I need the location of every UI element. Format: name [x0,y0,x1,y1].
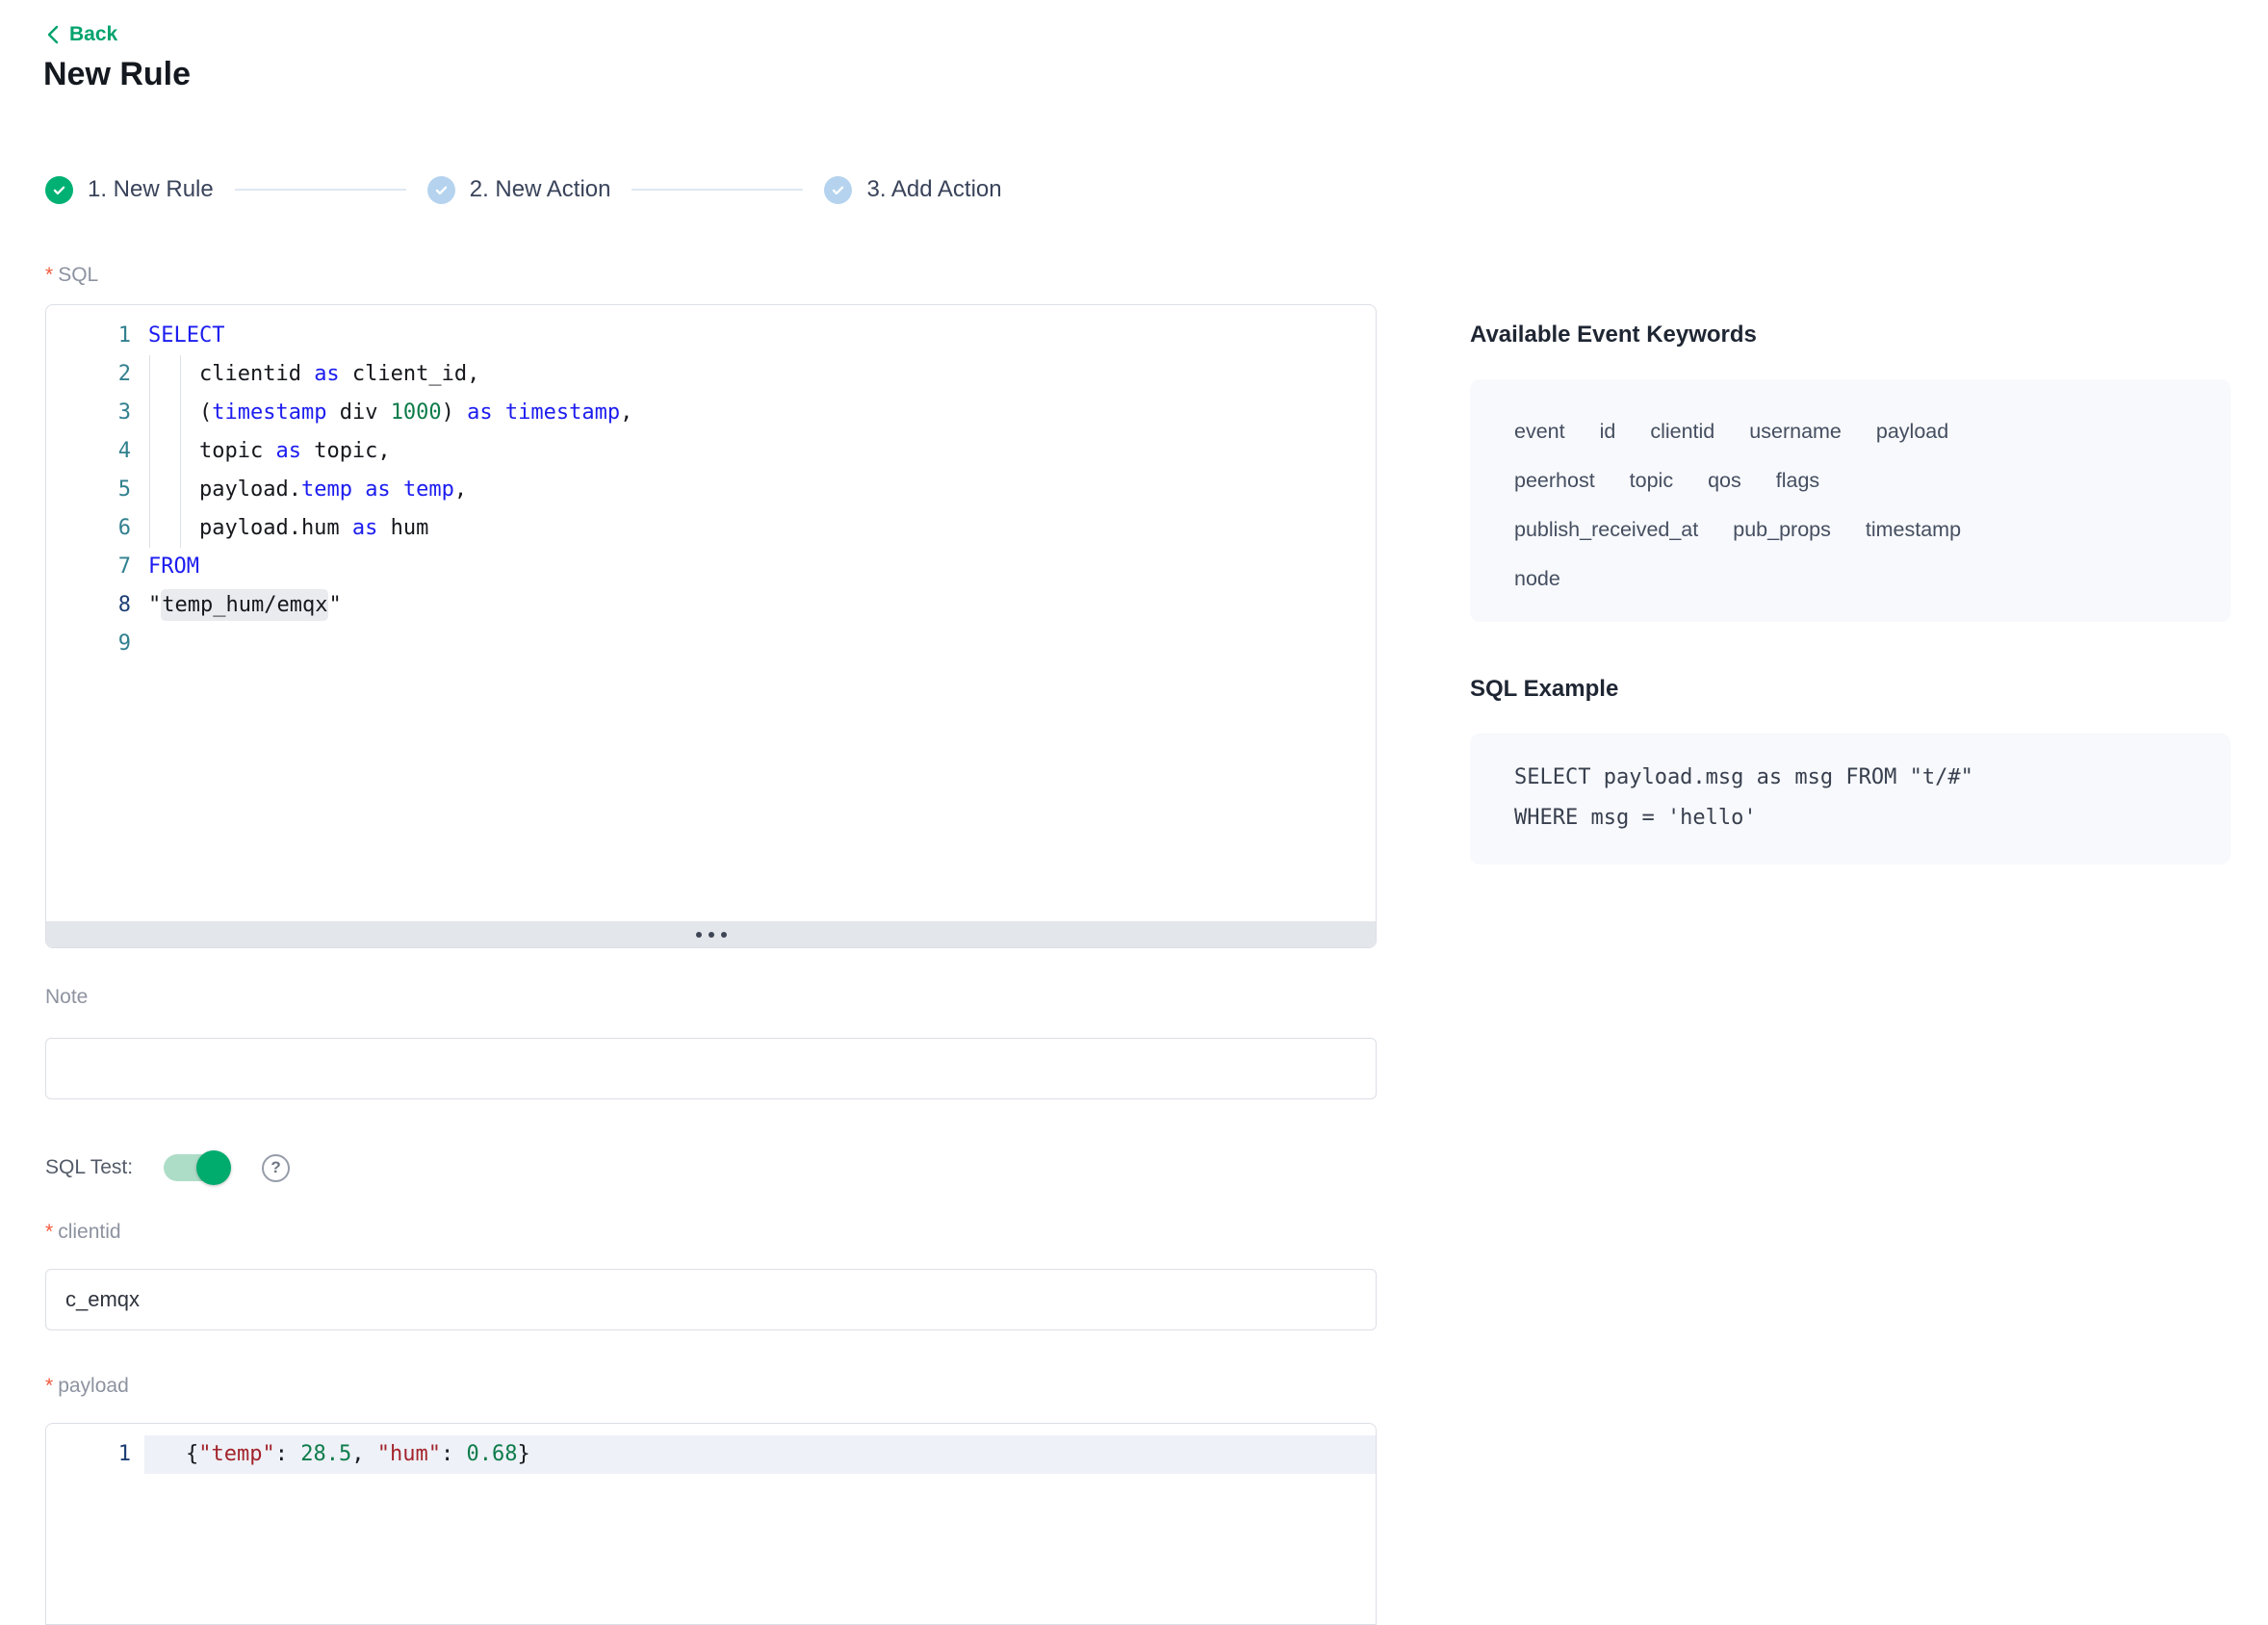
code-line-text: "temp_hum/emqx" [144,586,1376,625]
sql-example-line: SELECT payload.msg as msg FROM "t/#" [1514,758,2186,798]
line-number: 2 [46,355,144,394]
code-line-text: topic as topic, [144,432,1376,471]
drag-dots-icon [696,932,702,938]
note-field-label: Note [45,986,88,1009]
sql-code-area[interactable]: 1SELECT2 clientid as client_id,3 (timest… [46,305,1376,921]
keyword-publish_received_at[interactable]: publish_received_at [1514,513,1698,546]
code-line: 9 [46,625,1376,663]
code-line: 2 clientid as client_id, [46,355,1376,394]
line-number: 3 [46,394,144,432]
keyword-row: peerhost topic qos flags [1514,464,2188,500]
sql-test-toggle[interactable] [164,1154,229,1181]
line-number: 6 [46,509,144,548]
keyword-row: node [1514,562,2188,598]
step-label: 3. Add Action [866,176,1001,203]
sql-field-label: *SQL [45,264,98,287]
code-line: 7FROM [46,548,1376,586]
keyword-timestamp[interactable]: timestamp [1866,513,1961,546]
back-label: Back [69,23,117,46]
keywords-box: event id clientid username payload peerhost to… [1470,379,2230,622]
code-line-text [144,625,1376,663]
keyword-node[interactable]: node [1514,562,1560,595]
line-number: 8 [46,586,144,625]
keyword-flags[interactable]: flags [1776,464,1819,497]
step-connector [631,189,803,191]
keyword-username[interactable]: username [1749,415,1842,448]
code-line-text: (timestamp div 1000) as timestamp, [144,394,1376,432]
new-rule-page: Back New Rule 1. New Rule 2. New Action 3.… [0,0,2268,1509]
code-line: 1{"temp": 28.5, "hum": 0.68} [46,1435,1376,1474]
sql-editor: 1SELECT2 clientid as client_id,3 (timest… [45,304,1377,948]
keyword-peerhost[interactable]: peerhost [1514,464,1595,497]
line-number: 1 [46,317,144,355]
keyword-row: publish_received_at pub_props timestamp [1514,513,2188,549]
clientid-field-label: *clientid [45,1221,121,1244]
code-line-text: SELECT [144,317,1376,355]
sql-test-row: SQL Test: [45,1151,290,1184]
editor-resize-handle[interactable] [46,921,1376,947]
required-asterisk: * [45,264,53,286]
line-number: 5 [46,471,144,509]
keyword-row: event id clientid username payload [1514,415,2188,451]
code-line-text: payload.temp as temp, [144,471,1376,509]
check-circle-icon [427,176,455,204]
payload-editor: 1{"temp": 28.5, "hum": 0.68} [45,1423,1377,1625]
code-line: 6 payload.hum as hum [46,509,1376,548]
code-line-text: clientid as client_id, [144,355,1376,394]
keyword-payload[interactable]: payload [1876,415,1948,448]
code-line: 3 (timestamp div 1000) as timestamp, [46,394,1376,432]
code-line: 5 payload.temp as temp, [46,471,1376,509]
indent-guide [180,355,181,548]
payload-field-label: *payload [45,1375,129,1398]
line-number: 1 [46,1435,144,1474]
back-link[interactable]: Back [44,23,117,46]
check-circle-icon [45,176,73,204]
chevron-left-icon [44,24,62,45]
step-label: 2. New Action [470,176,611,203]
code-line: 8"temp_hum/emqx" [46,586,1376,625]
code-line-text: {"temp": 28.5, "hum": 0.68} [144,1435,1376,1474]
toggle-knob [196,1150,231,1185]
keywords-title: Available Event Keywords [1470,322,1757,348]
line-number: 9 [46,625,144,663]
page-title: New Rule [43,56,191,93]
check-circle-icon [824,176,852,204]
step-2: 2. New Action [427,176,611,204]
step-label: 1. New Rule [88,176,214,203]
code-line-text: FROM [144,548,1376,586]
step-connector [235,189,406,191]
step-3: 3. Add Action [824,176,1001,204]
clientid-input[interactable] [45,1269,1377,1330]
payload-code-area[interactable]: 1{"temp": 28.5, "hum": 0.68} [46,1424,1376,1624]
line-number: 7 [46,548,144,586]
line-number: 4 [46,432,144,471]
sql-example-line: WHERE msg = 'hello' [1514,798,2186,838]
sql-example-title: SQL Example [1470,676,1618,703]
code-line: 1SELECT [46,317,1376,355]
keyword-id[interactable]: id [1600,415,1616,448]
keyword-topic[interactable]: topic [1630,464,1673,497]
keyword-clientid[interactable]: clientid [1650,415,1714,448]
indent-guide [149,355,150,548]
step-1: 1. New Rule [45,176,214,204]
question-circle-icon[interactable] [262,1154,290,1182]
code-line-text: payload.hum as hum [144,509,1376,548]
note-input[interactable] [45,1038,1377,1099]
sql-example-box: SELECT payload.msg as msg FROM "t/#" WHE… [1470,734,2230,864]
sql-test-label: SQL Test: [45,1156,133,1179]
code-line: 4 topic as topic, [46,432,1376,471]
keyword-event[interactable]: event [1514,415,1565,448]
keyword-qos[interactable]: qos [1708,464,1741,497]
steps-bar: 1. New Rule 2. New Action 3. Add Action [45,173,1002,206]
keyword-pub_props[interactable]: pub_props [1733,513,1831,546]
